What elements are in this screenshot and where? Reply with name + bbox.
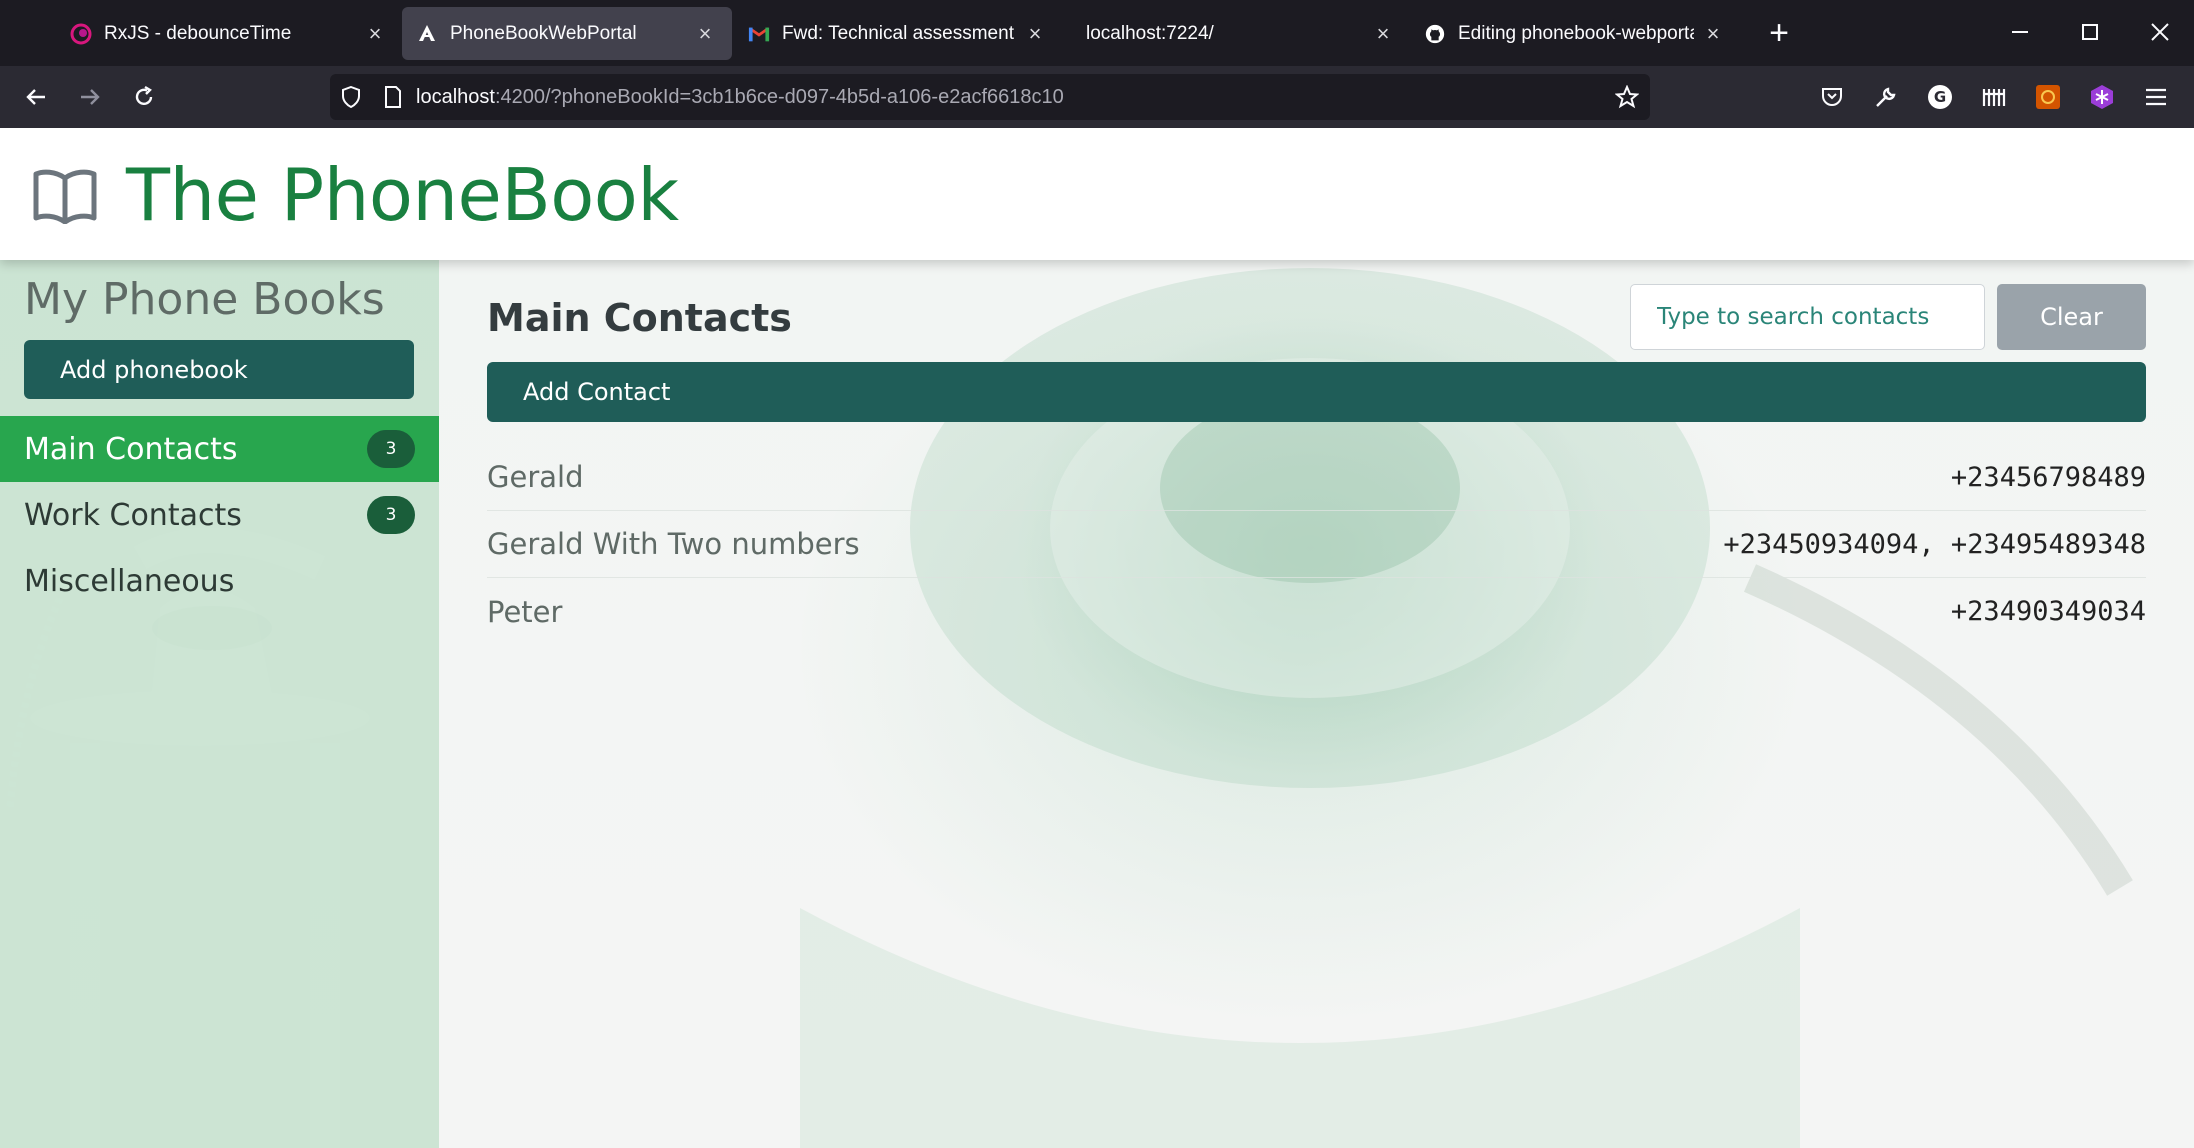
sidebar-heading: My Phone Books: [24, 274, 385, 325]
page-icon: [378, 82, 408, 112]
app-viewport: The PhoneBook My Phone Books Add phonebo…: [0, 128, 2194, 1148]
extension-purple-icon[interactable]: [2084, 79, 2120, 115]
contact-name: Gerald: [487, 460, 584, 494]
sidebar-item-label: Work Contacts: [24, 497, 242, 533]
count-badge: 3: [367, 430, 415, 468]
list-item[interactable]: Gerald +23456798489: [487, 444, 2146, 511]
reload-icon[interactable]: [126, 79, 162, 115]
gmail-icon: [748, 23, 770, 45]
svg-text:G: G: [1934, 88, 1946, 106]
github-icon: [1424, 23, 1446, 45]
tab-localhost[interactable]: localhost:7224/ ×: [1062, 7, 1410, 60]
add-contact-button[interactable]: Add Contact: [487, 362, 2146, 422]
tab-gmail[interactable]: Fwd: Technical assessment Gera ×: [732, 7, 1062, 60]
browser-tab-bar: RxJS - debounceTime × PhoneBookWebPortal…: [0, 0, 2194, 66]
grammarly-icon[interactable]: G: [1922, 79, 1958, 115]
url-bar[interactable]: localhost:4200/?phoneBookId=3cb1b6ce-d09…: [330, 74, 1650, 120]
shield-icon[interactable]: [336, 82, 366, 112]
app-header: The PhoneBook: [0, 128, 2194, 260]
search-input[interactable]: [1630, 284, 1985, 350]
sidebar-item-work-contacts[interactable]: Work Contacts 3: [0, 482, 439, 548]
new-tab-button[interactable]: +: [1762, 14, 1796, 52]
phonebook-sidebar: My Phone Books Add phonebook Main Contac…: [0, 260, 439, 1148]
page-title: Main Contacts: [487, 296, 792, 340]
tab-title: Editing phonebook-webportal/: [1458, 22, 1694, 44]
back-icon[interactable]: [18, 79, 54, 115]
maximize-icon[interactable]: [2072, 14, 2108, 50]
list-item[interactable]: Peter +23490349034: [487, 578, 2146, 645]
extension-orange-icon[interactable]: [2030, 79, 2066, 115]
close-icon[interactable]: ×: [1022, 21, 1048, 47]
contact-name: Peter: [487, 594, 563, 629]
rxjs-icon: [70, 23, 92, 45]
count-badge: 3: [367, 496, 415, 534]
sidebar-item-main-contacts[interactable]: Main Contacts 3: [0, 416, 439, 482]
list-item[interactable]: Gerald With Two numbers +23450934094, +2…: [487, 511, 2146, 578]
contact-name: Gerald With Two numbers: [487, 527, 860, 561]
brand-title: The PhoneBook: [126, 153, 679, 237]
close-icon[interactable]: ×: [692, 21, 718, 47]
add-phonebook-button[interactable]: Add phonebook: [24, 340, 414, 399]
bookmark-star-icon[interactable]: [1612, 82, 1642, 112]
tab-title: PhoneBookWebPortal: [450, 22, 637, 44]
pocket-icon[interactable]: [1814, 79, 1850, 115]
close-icon[interactable]: ×: [362, 21, 388, 47]
contacts-panel: Main Contacts Clear Add Contact Gerald +…: [439, 260, 2194, 1148]
library-icon[interactable]: [1976, 79, 2012, 115]
sidebar-item-label: Miscellaneous: [24, 563, 235, 599]
wrench-icon[interactable]: [1868, 79, 1904, 115]
angular-icon: [416, 23, 438, 45]
tab-title: localhost:7224/: [1086, 22, 1214, 44]
tab-github[interactable]: Editing phonebook-webportal/ ×: [1410, 7, 1740, 60]
browser-nav-bar: localhost:4200/?phoneBookId=3cb1b6ce-d09…: [0, 66, 2194, 128]
url-path: :4200/?phoneBookId=3cb1b6ce-d097-4b5d-a1…: [494, 85, 1064, 108]
contact-numbers: +23456798489: [1950, 461, 2146, 493]
url-text: localhost:4200/?phoneBookId=3cb1b6ce-d09…: [416, 86, 1064, 109]
url-host: localhost: [416, 85, 495, 108]
clear-button[interactable]: Clear: [1997, 284, 2146, 350]
forward-icon[interactable]: [72, 79, 108, 115]
sidebar-item-label: Main Contacts: [24, 431, 238, 467]
close-icon[interactable]: ×: [1370, 21, 1396, 47]
contact-list: Gerald +23456798489 Gerald With Two numb…: [487, 444, 2146, 645]
close-icon[interactable]: ×: [1700, 21, 1726, 47]
window-close-icon[interactable]: [2142, 14, 2178, 50]
sidebar-item-miscellaneous[interactable]: Miscellaneous: [0, 548, 439, 614]
contact-numbers: +23490349034: [1950, 596, 2146, 627]
menu-icon[interactable]: [2138, 79, 2174, 115]
book-icon: [33, 169, 97, 224]
minimize-icon[interactable]: [2002, 14, 2038, 50]
tab-title: RxJS - debounceTime: [104, 22, 292, 44]
contact-numbers: +23450934094, +23495489348: [1723, 528, 2146, 560]
tab-rxjs[interactable]: RxJS - debounceTime ×: [40, 7, 402, 60]
tab-title: Fwd: Technical assessment Gera: [782, 22, 1016, 44]
tab-phonebook[interactable]: PhoneBookWebPortal ×: [402, 7, 732, 60]
